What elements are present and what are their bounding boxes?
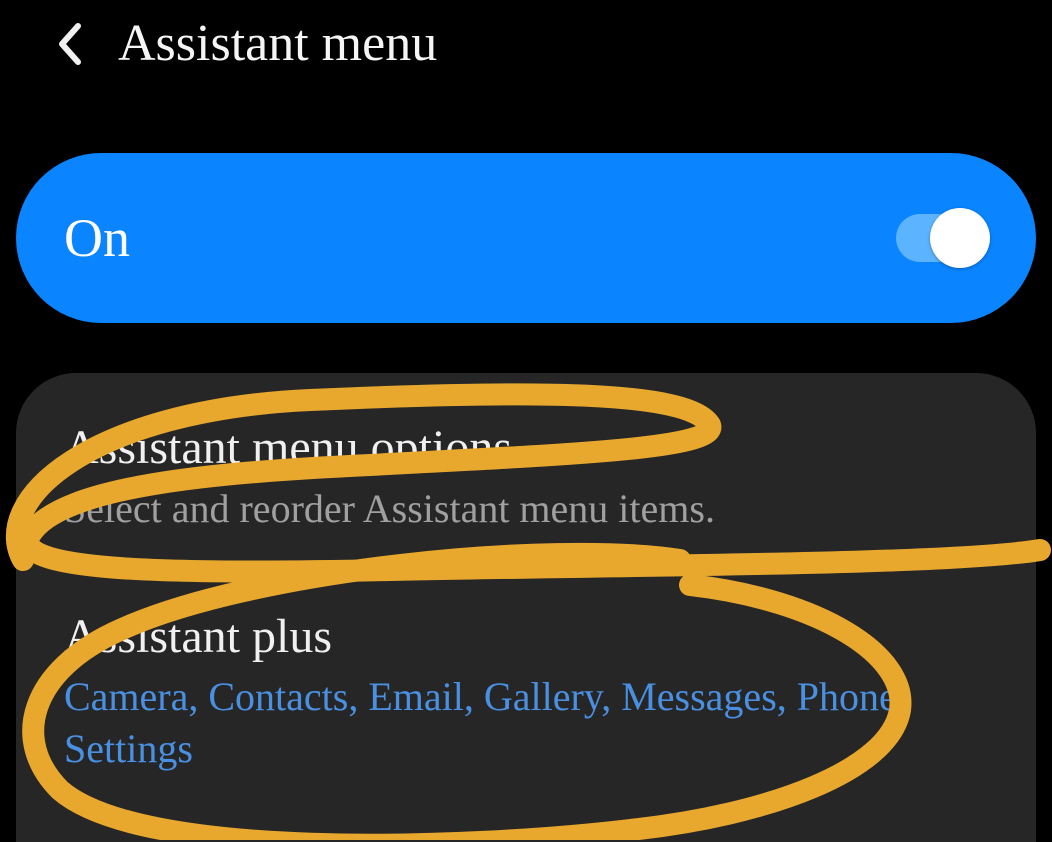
toggle-switch-knob: [930, 208, 990, 268]
toggle-switch[interactable]: [896, 214, 988, 262]
option-title: Assistant plus: [64, 608, 988, 666]
option-title: Assistant menu options: [64, 419, 988, 477]
option-subtitle: Select and reorder Assistant menu items.: [64, 483, 988, 535]
master-toggle-card[interactable]: On: [16, 153, 1036, 323]
page-title: Assistant menu: [118, 14, 437, 73]
option-assistant-plus[interactable]: Assistant plus Camera, Contacts, Email, …: [16, 596, 1036, 800]
page-header: Assistant menu: [0, 0, 1052, 103]
option-apps-list: Camera, Contacts, Email, Gallery, Messag…: [64, 671, 988, 775]
divider: [64, 565, 988, 566]
back-icon[interactable]: [56, 22, 82, 66]
option-assistant-menu-options[interactable]: Assistant menu options Select and reorde…: [16, 407, 1036, 559]
options-card: Assistant menu options Select and reorde…: [16, 373, 1036, 842]
toggle-state-label: On: [64, 207, 130, 269]
